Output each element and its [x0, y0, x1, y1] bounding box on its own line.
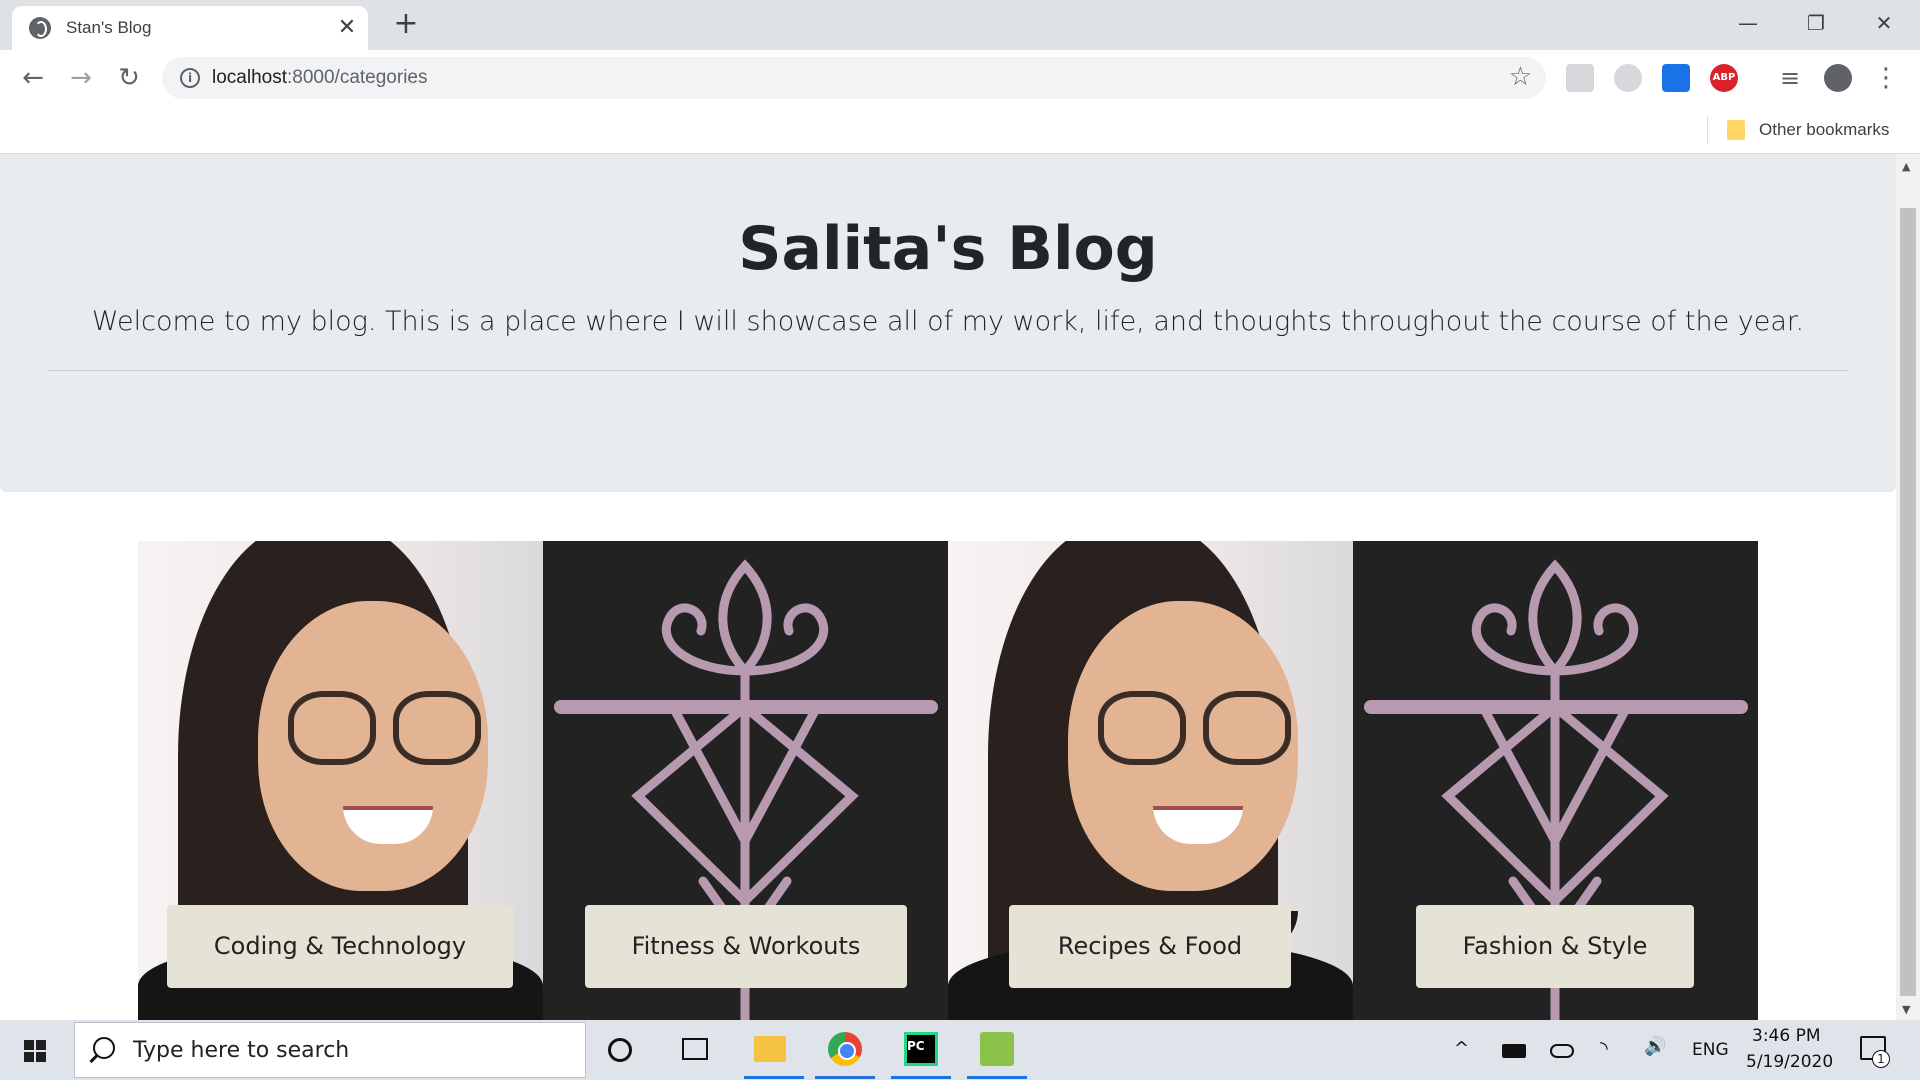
browser-toolbar: ← → ↻ i localhost:8000/categories ☆ ABP … [0, 50, 1920, 106]
minimize-button[interactable]: — [1728, 8, 1768, 38]
glasses [1203, 691, 1291, 765]
clock-date[interactable]: 5/19/2020 [1746, 1052, 1833, 1072]
page-title: Salita's Blog [738, 214, 1158, 284]
new-tab-button[interactable]: + [390, 9, 422, 41]
category-card[interactable]: Fitness & Workouts [543, 541, 948, 1020]
other-bookmarks-link[interactable]: Other bookmarks [1759, 120, 1889, 140]
reload-button[interactable]: ↻ [112, 62, 146, 96]
info-icon[interactable]: i [180, 68, 200, 88]
pycharm-icon[interactable] [904, 1032, 938, 1066]
category-card[interactable]: Recipes & Food [948, 541, 1353, 1020]
extension-icon[interactable] [1566, 64, 1594, 92]
category-grid: Coding & Technology Fitness & Workouts R… [138, 541, 1758, 1020]
tab-title: Stan's Blog [66, 18, 152, 37]
onedrive-icon[interactable] [1550, 1044, 1574, 1058]
category-card[interactable]: Coding & Technology [138, 541, 543, 1020]
category-button[interactable]: Coding & Technology [167, 905, 513, 988]
profile-avatar-icon[interactable] [1824, 64, 1852, 92]
bookmarks-bar: Other bookmarks [0, 106, 1920, 154]
windows-logo-icon [24, 1040, 46, 1062]
glasses [288, 691, 376, 765]
page-scrollbar[interactable]: ▲ ▼ [1896, 154, 1920, 1020]
file-explorer-icon[interactable] [754, 1036, 786, 1062]
wifi-icon[interactable]: ◝ [1600, 1036, 1608, 1060]
tab-strip: Stan's Blog ✕ + — ❐ ✕ [0, 0, 1920, 50]
page-lead: Welcome to my blog. This is a place wher… [91, 306, 1805, 337]
window-close-button[interactable]: ✕ [1864, 8, 1904, 38]
tray-chevron-icon[interactable]: ^ [1454, 1038, 1469, 1059]
forward-button[interactable]: → [64, 62, 98, 96]
scroll-down-arrow-icon[interactable]: ▼ [1902, 1003, 1910, 1016]
browser-tab[interactable]: Stan's Blog ✕ [12, 6, 368, 50]
category-card[interactable]: Fashion & Style [1353, 541, 1758, 1020]
media-control-icon[interactable]: ≡ [1776, 64, 1804, 92]
back-button[interactable]: ← [16, 62, 50, 96]
battery-icon[interactable] [1502, 1044, 1526, 1058]
taskbar-search-box[interactable]: Type here to search [74, 1022, 586, 1078]
app-running-indicator [967, 1076, 1027, 1079]
taskbar: Type here to search ^ ◝ 🔊 ENG 3:46 PM 5/… [0, 1020, 1920, 1080]
menu-kebab-icon[interactable]: ⋮ [1872, 64, 1900, 92]
app-running-indicator [891, 1076, 951, 1079]
extension-icon[interactable] [1614, 64, 1642, 92]
language-indicator[interactable]: ENG [1692, 1040, 1729, 1060]
start-button[interactable] [0, 1020, 72, 1080]
scrollbar-thumb[interactable] [1900, 208, 1916, 996]
search-placeholder: Type here to search [133, 1038, 350, 1063]
cortana-icon[interactable] [608, 1038, 632, 1062]
adblock-plus-icon[interactable]: ABP [1710, 64, 1738, 92]
clock-time[interactable]: 3:46 PM [1752, 1026, 1821, 1046]
screenshot-extension-icon[interactable] [1662, 64, 1690, 92]
glasses [393, 691, 481, 765]
notepad-app-icon[interactable] [980, 1032, 1014, 1066]
jumbotron: Salita's Blog Welcome to my blog. This i… [0, 154, 1896, 492]
category-button[interactable]: Fitness & Workouts [585, 905, 907, 988]
app-running-indicator [815, 1076, 875, 1079]
app-running-indicator [744, 1076, 804, 1079]
glasses [1098, 691, 1186, 765]
url-text[interactable]: localhost:8000/categories [212, 67, 428, 89]
category-button[interactable]: Fashion & Style [1416, 905, 1694, 988]
address-bar[interactable]: i localhost:8000/categories ☆ [162, 57, 1546, 99]
bookmarks-divider [1707, 116, 1708, 144]
tab-close-button[interactable]: ✕ [334, 15, 360, 41]
bookmark-star-icon[interactable]: ☆ [1509, 62, 1532, 92]
restore-button[interactable]: ❐ [1796, 8, 1836, 38]
page-viewport: Salita's Blog Welcome to my blog. This i… [0, 154, 1896, 1020]
volume-icon[interactable]: 🔊 [1644, 1036, 1666, 1057]
search-icon [93, 1037, 115, 1059]
category-button[interactable]: Recipes & Food [1009, 905, 1291, 988]
chrome-icon[interactable] [828, 1032, 862, 1066]
globe-icon [29, 17, 51, 39]
scroll-up-arrow-icon[interactable]: ▲ [1902, 160, 1910, 173]
task-view-icon[interactable] [682, 1038, 708, 1060]
notification-count-badge: 1 [1872, 1050, 1890, 1068]
divider [48, 370, 1848, 371]
folder-icon[interactable] [1727, 120, 1745, 140]
